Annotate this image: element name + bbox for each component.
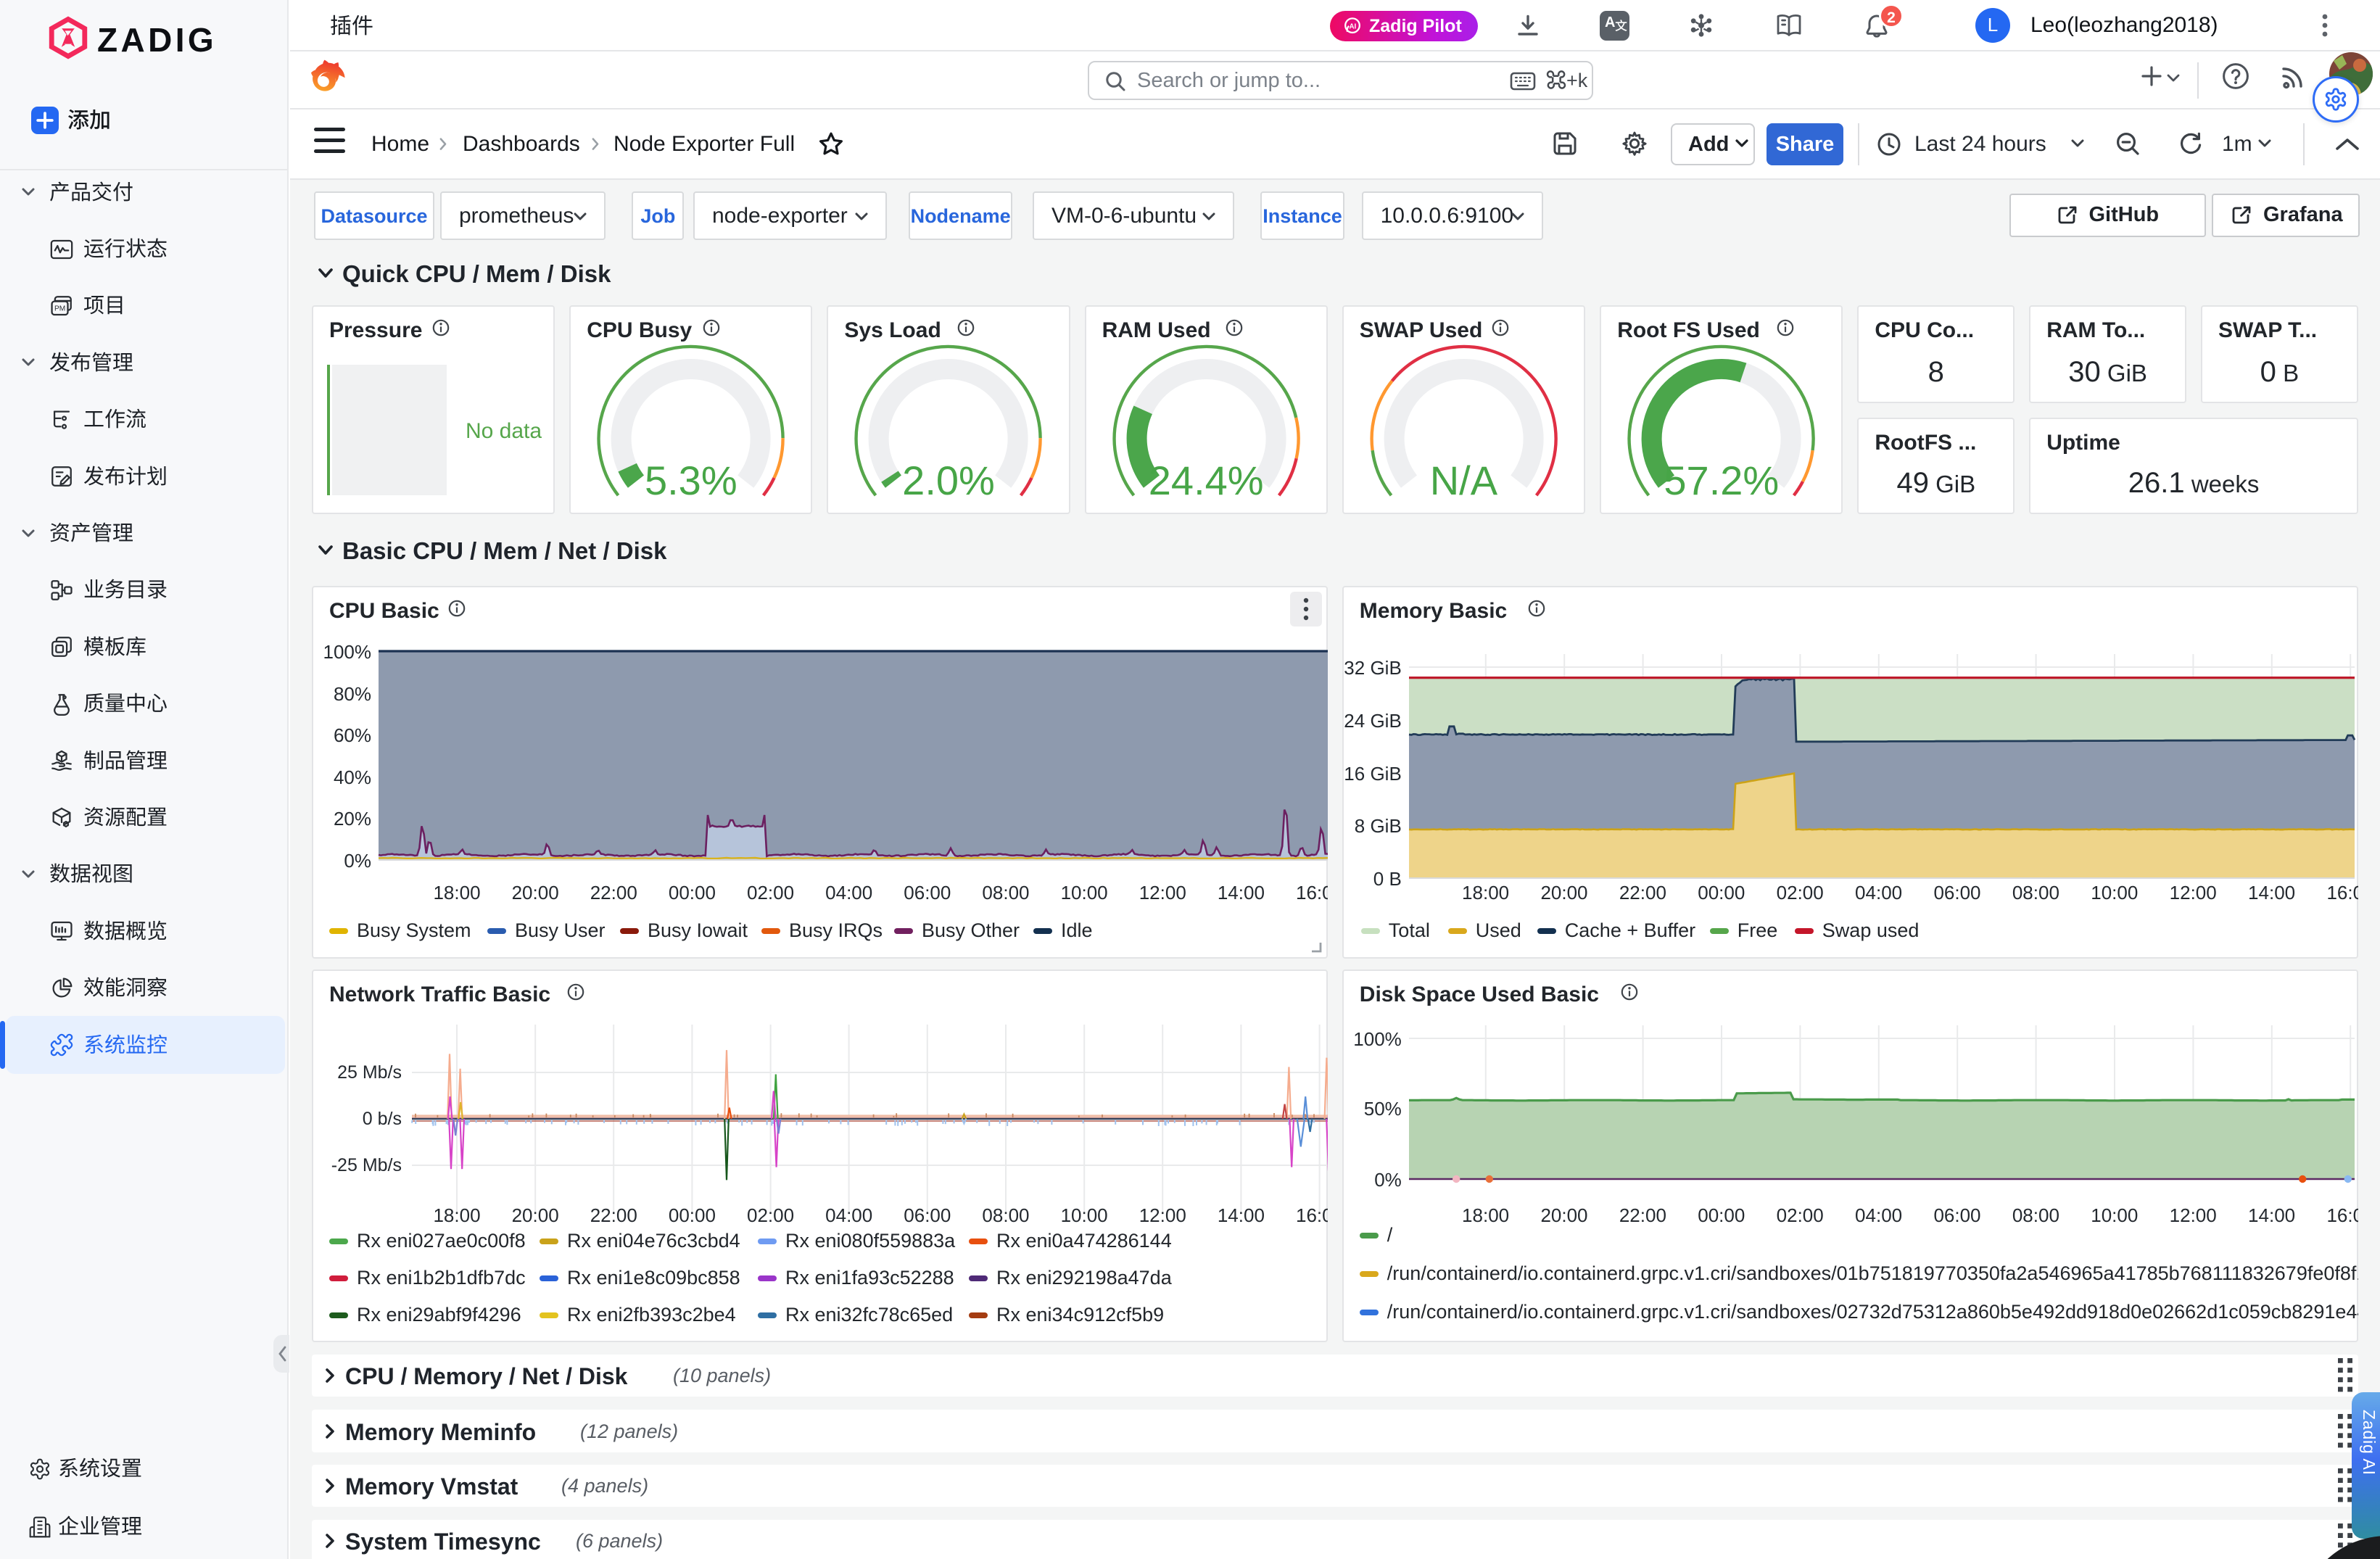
- svg-text:AI: AI: [1349, 23, 1356, 31]
- svg-text:PM: PM: [54, 305, 65, 313]
